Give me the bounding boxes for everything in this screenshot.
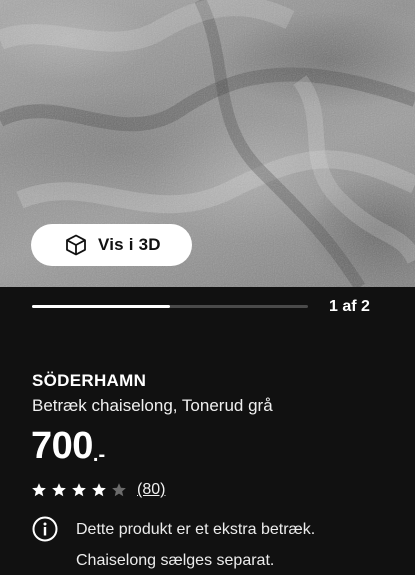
carousel-progress-fill <box>32 305 170 308</box>
carousel-counter: 1 af 2 <box>329 298 370 315</box>
carousel-progress <box>32 305 308 308</box>
product-brand: SÖDERHAMN <box>32 371 147 390</box>
extra-cover-notice: Dette produkt er et ekstra betræk. Chais… <box>32 514 315 575</box>
product-description: Betræk chaiselong, Tonerud grå <box>32 396 273 415</box>
star-filled-icon <box>72 483 86 497</box>
view-in-3d-button[interactable]: Vis i 3D <box>31 224 192 266</box>
notice-line-2: Chaiselong sælges separat. <box>76 552 275 569</box>
star-filled-icon <box>32 483 46 497</box>
price-suffix: .- <box>92 444 106 466</box>
star-empty-icon <box>112 483 126 497</box>
price-amount: 700 <box>31 425 93 467</box>
star-filled-icon <box>92 483 106 497</box>
cube-icon <box>64 233 88 257</box>
product-image[interactable]: Vis i 3D <box>0 0 415 287</box>
info-icon <box>32 516 58 542</box>
review-count-link[interactable]: (80) <box>137 481 165 499</box>
notice-line-1: Dette produkt er et ekstra betræk. <box>76 521 316 538</box>
rating-stars <box>31 482 127 498</box>
product-rating[interactable]: (80) <box>31 481 165 499</box>
view-in-3d-label: Vis i 3D <box>98 235 161 254</box>
product-price: 700 .- <box>31 424 105 468</box>
star-filled-icon <box>52 483 66 497</box>
